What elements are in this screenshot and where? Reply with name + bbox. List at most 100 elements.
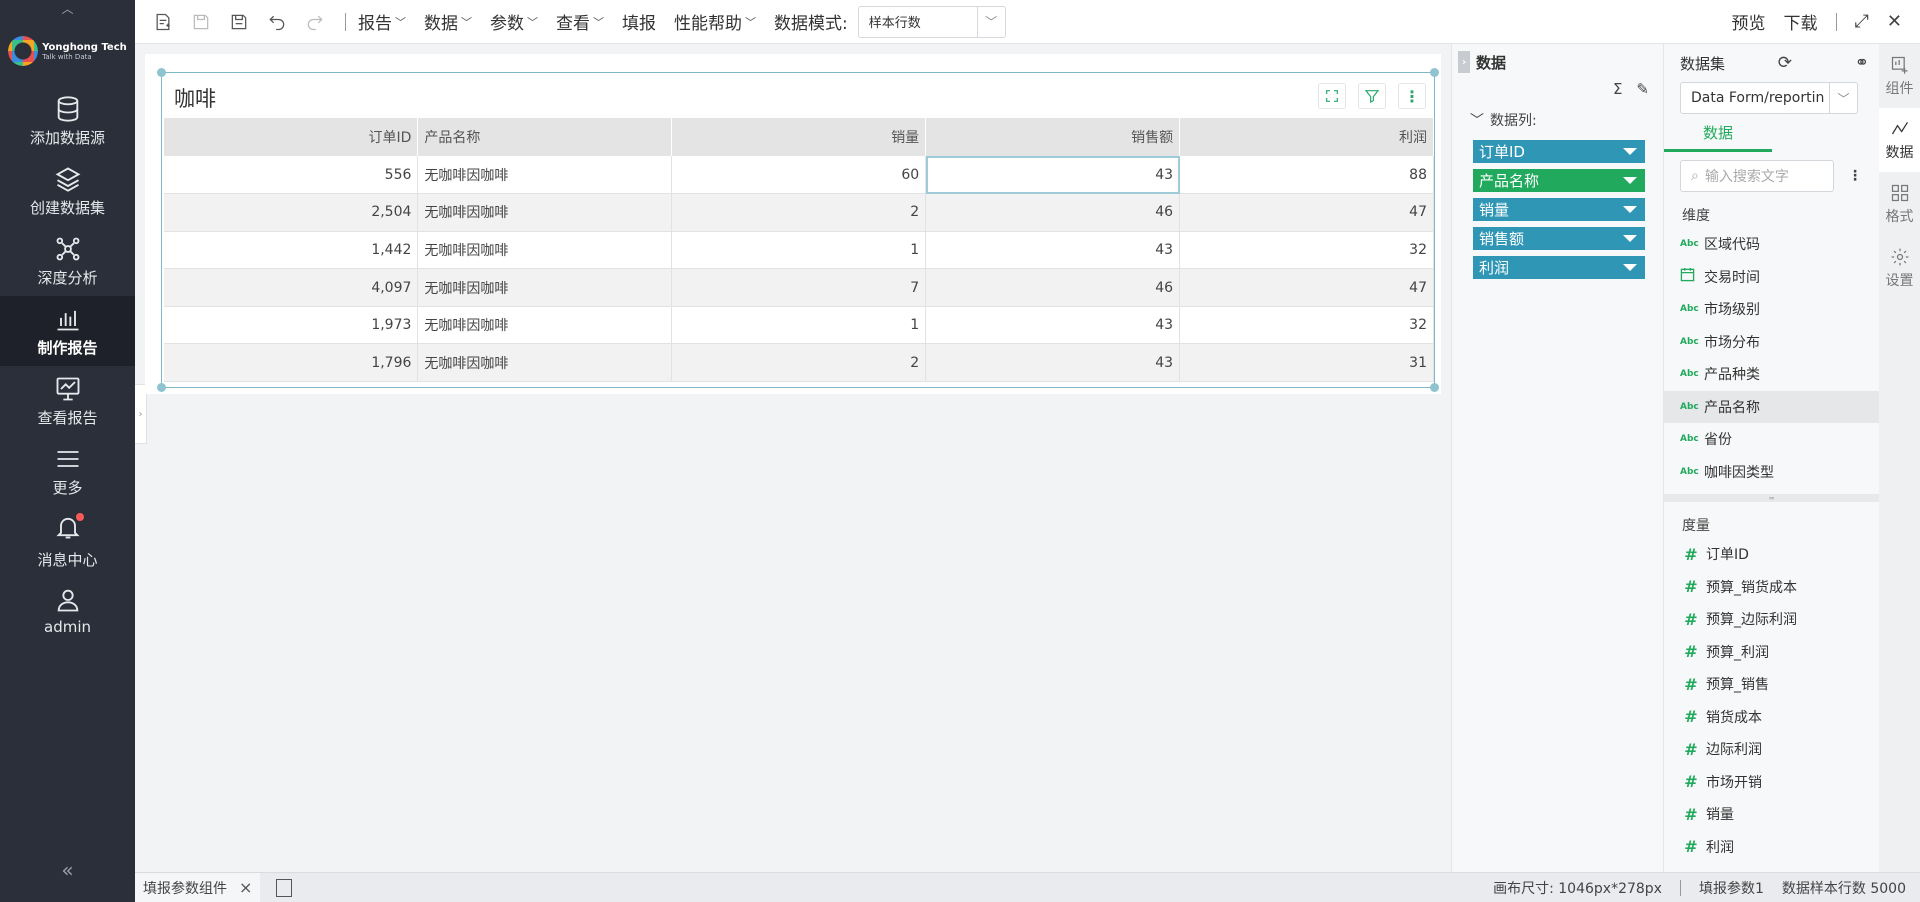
table-cell[interactable]: 32 [1179, 231, 1434, 270]
menu-fill[interactable]: 填报 [622, 9, 656, 34]
save-as-icon[interactable] [227, 10, 251, 34]
save-icon[interactable] [189, 10, 213, 34]
resize-handle[interactable] [1430, 383, 1439, 392]
table-row[interactable]: 1,442 无咖啡因咖啡 1 43 32 [164, 231, 1434, 270]
menu-data[interactable]: 数据 ﹀ [424, 9, 472, 34]
menu-report[interactable]: 报告 ﹀ [358, 9, 406, 34]
table-cell[interactable]: 2 [671, 343, 927, 383]
collapse-up-icon[interactable]: ︿ [0, 0, 135, 16]
bottom-tab[interactable]: 填报参数组件 × [135, 873, 261, 902]
table-cell[interactable]: 无咖啡因咖啡 [417, 193, 673, 232]
table-cell[interactable]: 1 [671, 231, 927, 270]
data-mode-select[interactable]: 样本行数 ﹀ [857, 5, 1006, 38]
more-vertical-icon[interactable]: ⋮ [1398, 83, 1426, 109]
dropdown-triangle-icon[interactable] [1623, 148, 1637, 155]
binding-pill[interactable]: 销售额 [1473, 227, 1645, 250]
table-cell[interactable]: 无咖啡因咖啡 [417, 306, 673, 345]
download-button[interactable]: 下载 [1784, 9, 1818, 34]
dropdown-triangle-icon[interactable] [1623, 206, 1637, 213]
undo-icon[interactable] [265, 10, 289, 34]
nav-deep-analysis[interactable]: 深度分析 [0, 226, 135, 296]
dropdown-triangle-icon[interactable] [1623, 264, 1637, 271]
new-report-icon[interactable] [151, 10, 175, 34]
table-cell[interactable]: 1,973 [164, 306, 419, 345]
panel-splitter[interactable]: ═ [1664, 494, 1879, 503]
more-vertical-icon[interactable]: ⋮ [1848, 168, 1862, 184]
table-cell[interactable]: 32 [1179, 306, 1434, 345]
column-header[interactable]: 销量 [671, 118, 927, 156]
field-item[interactable]: # 销货成本 [1664, 701, 1879, 734]
menu-view[interactable]: 查看 ﹀ [556, 9, 604, 34]
binding-pill[interactable]: 产品名称 [1473, 169, 1645, 192]
table-row[interactable]: 1,796 无咖啡因咖啡 2 43 31 [164, 343, 1434, 383]
table-row[interactable]: 4,097 无咖啡因咖啡 7 46 47 [164, 268, 1434, 307]
table-row[interactable]: 556 无咖啡因咖啡 60 43 88 [164, 156, 1434, 195]
table-cell[interactable]: 7 [671, 268, 927, 307]
dropdown-triangle-icon[interactable] [1623, 177, 1637, 184]
column-header[interactable]: 产品名称 [417, 118, 673, 156]
field-item[interactable]: Abc 市场分布 [1664, 326, 1879, 359]
search-input[interactable]: ⌕ 输入搜索文字 [1680, 160, 1834, 192]
table-cell[interactable]: 46 [925, 193, 1181, 232]
nav-add-datasource[interactable]: 添加数据源 [0, 86, 135, 156]
table-cell[interactable]: 无咖啡因咖啡 [417, 343, 673, 383]
fullscreen-icon[interactable]: ⤢ [1855, 11, 1869, 32]
table-cell[interactable]: 4,097 [164, 268, 419, 307]
table-cell[interactable]: 2 [671, 193, 927, 232]
table-cell[interactable]: 1,442 [164, 231, 419, 270]
field-item[interactable]: # 预算_销售 [1664, 668, 1879, 701]
field-item[interactable]: # 预算_利润 [1664, 636, 1879, 669]
table-cell[interactable]: 47 [1179, 193, 1434, 232]
table-cell[interactable]: 无咖啡因咖啡 [417, 268, 673, 307]
nav-messages[interactable]: 消息中心 [0, 506, 135, 576]
field-item[interactable]: Abc 产品种类 [1664, 358, 1879, 391]
resize-handle[interactable] [157, 68, 166, 77]
table-cell[interactable]: 46 [925, 268, 1181, 307]
nav-user[interactable]: admin [0, 576, 135, 646]
dropdown-triangle-icon[interactable] [1623, 235, 1637, 242]
data-columns-section[interactable]: ﹀ 数据列: [1452, 110, 1663, 130]
collapse-nav-icon[interactable]: « [0, 858, 135, 882]
table-cell[interactable]: 无咖啡因咖啡 [417, 156, 673, 195]
table-cell[interactable]: 60 [671, 156, 927, 195]
rail-settings[interactable]: 设置 [1879, 236, 1920, 300]
collapse-panel-icon[interactable]: › [1458, 51, 1470, 73]
field-item[interactable]: # 销量 [1664, 798, 1879, 831]
field-item[interactable]: # 订单ID [1664, 538, 1879, 571]
rail-format[interactable]: 格式 [1879, 172, 1920, 236]
rail-data[interactable]: 数据 [1879, 108, 1920, 172]
refresh-icon[interactable]: ⟳ [1778, 53, 1792, 73]
table-cell[interactable]: 43 [925, 306, 1181, 345]
field-item-highlighted[interactable]: Abc 产品名称 [1664, 390, 1879, 423]
table-row[interactable]: 2,504 无咖啡因咖啡 2 46 47 [164, 193, 1434, 232]
field-item[interactable]: Abc 区域代码 [1664, 228, 1879, 261]
link-dataset-icon[interactable]: ⚭ [1855, 53, 1869, 73]
data-table[interactable]: 订单ID 产品名称 销量 销售额 利润 556 无咖啡因咖啡 60 43 88 [164, 118, 1434, 383]
table-row[interactable]: 1,973 无咖啡因咖啡 1 43 32 [164, 306, 1434, 345]
nav-create-dataset[interactable]: 创建数据集 [0, 156, 135, 226]
field-item[interactable]: 交易时间 [1664, 261, 1879, 294]
table-cell[interactable]: 88 [1179, 156, 1434, 195]
field-item[interactable]: Abc 省份 [1664, 423, 1879, 456]
table-cell[interactable]: 47 [1179, 268, 1434, 307]
table-cell[interactable]: 43 [925, 343, 1181, 383]
table-cell[interactable]: 2,504 [164, 193, 419, 232]
tab-data[interactable]: 数据 [1664, 122, 1772, 152]
column-header[interactable]: 利润 [1179, 118, 1434, 156]
remove-sheet-icon[interactable] [276, 878, 293, 897]
field-item[interactable]: Abc 咖啡因类型 [1664, 456, 1879, 489]
report-canvas[interactable]: › 咖啡 ⋮ 订单ID 产品名称 销量 销售额 利润 556 无咖啡因咖啡 60… [135, 44, 1451, 872]
field-item[interactable]: # 预算_销货成本 [1664, 571, 1879, 604]
table-cell[interactable]: 1,796 [164, 343, 419, 383]
binding-pill[interactable]: 销量 [1473, 198, 1645, 221]
preview-button[interactable]: 预览 [1732, 9, 1766, 34]
nav-more[interactable]: 更多 [0, 436, 135, 506]
filter-icon[interactable] [1358, 83, 1386, 109]
table-cell[interactable]: 1 [671, 306, 927, 345]
nav-view-report[interactable]: 查看报告 [0, 366, 135, 436]
field-item[interactable]: Abc 市场级别 [1664, 293, 1879, 326]
sigma-icon[interactable]: Σ [1613, 80, 1622, 102]
table-widget[interactable]: 咖啡 ⋮ 订单ID 产品名称 销量 销售额 利润 556 无咖啡因咖啡 60 4… [157, 68, 1439, 392]
table-cell[interactable]: 无咖啡因咖啡 [417, 231, 673, 270]
logo[interactable]: Yonghong Tech Talk with Data [0, 16, 135, 86]
